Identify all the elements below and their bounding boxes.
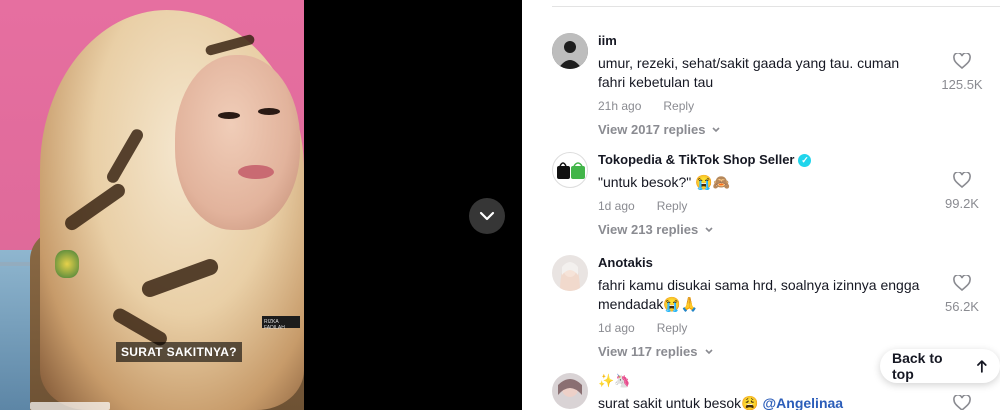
like-button[interactable]: 125.5K [932, 52, 992, 92]
heart-icon [953, 394, 971, 410]
username-text[interactable]: iim [598, 33, 617, 49]
like-count: 56.2K [945, 299, 979, 314]
comment-text: umur, rezeki, sehat/sakit gaada yang tau… [598, 55, 900, 90]
username-text[interactable]: Anotakis [598, 255, 653, 271]
left-eye [218, 112, 240, 119]
comment-item: iim umur, rezeki, sehat/sakit gaada yang… [552, 33, 992, 143]
like-button[interactable]: 99.2K [932, 171, 992, 211]
avatar-photo-icon [552, 373, 588, 409]
view-replies-button[interactable]: View 2017 replies [598, 122, 928, 137]
view-replies-label[interactable]: View 117 replies [598, 344, 698, 359]
verified-badge-icon: ✓ [798, 153, 812, 167]
like-button[interactable] [932, 394, 992, 410]
divider [552, 6, 1000, 7]
chevron-down-icon [705, 226, 713, 232]
uniform-badge [55, 250, 79, 278]
avatar[interactable] [552, 152, 588, 188]
chevron-down-icon [712, 126, 721, 132]
video-subtitle-partial [30, 402, 110, 410]
comment-text: surat sakit untuk besok😩 @Angelinaa [598, 394, 928, 410]
arrow-up-icon [977, 360, 987, 373]
view-replies-label[interactable]: View 2017 replies [598, 122, 705, 137]
username-text[interactable]: ✨🦄 [598, 373, 630, 389]
view-replies-button[interactable]: View 213 replies [598, 222, 928, 237]
face [175, 55, 300, 230]
comment-time: 1d ago [598, 199, 635, 213]
chevron-down-icon [704, 348, 713, 354]
heart-icon [953, 171, 971, 189]
comment-username[interactable]: Tokopedia & TikTok Shop Seller ✓ [598, 152, 928, 168]
lips [238, 165, 274, 179]
reply-button[interactable]: Reply [657, 199, 688, 213]
heart-icon [953, 274, 971, 292]
like-button[interactable]: 56.2K [932, 274, 992, 314]
back-to-top-button[interactable]: Back to top [880, 349, 1000, 383]
comment-time: 21h ago [598, 99, 642, 113]
avatar-photo-icon [552, 255, 588, 291]
username-text[interactable]: Tokopedia & TikTok Shop Seller [598, 152, 794, 168]
back-to-top-label[interactable]: Back to top [892, 350, 966, 382]
video-caption: SURAT SAKITNYA? [116, 342, 242, 362]
name-tag: RIZKA FADILAH [262, 316, 300, 331]
comment-item: Anotakis fahri kamu disukai sama hrd, so… [552, 255, 992, 360]
reply-button[interactable]: Reply [657, 321, 688, 335]
avatar-silhouette-icon [552, 33, 588, 69]
reply-button[interactable]: Reply [663, 99, 694, 113]
comment-username[interactable]: ✨🦄 [598, 373, 928, 389]
like-count: 125.5K [941, 77, 983, 92]
comment-text: "untuk besok?" 😭🙈 [598, 174, 730, 190]
shop-bag-icon [557, 162, 585, 179]
avatar[interactable] [552, 33, 588, 69]
comment-item: Tokopedia & TikTok Shop Seller ✓ "untuk … [552, 152, 992, 242]
avatar[interactable] [552, 373, 588, 409]
video-frame[interactable]: RIZKA FADILAH SURAT SAKITNYA? [0, 0, 304, 410]
comment-username[interactable]: Anotakis [598, 255, 928, 271]
comment-text-body: surat sakit untuk besok😩 [598, 395, 763, 410]
video-player[interactable]: RIZKA FADILAH SURAT SAKITNYA? [0, 0, 522, 410]
mention-link[interactable]: @Angelinaa [763, 395, 844, 410]
comment-username[interactable]: iim [598, 33, 928, 49]
tiktok-video-page: RIZKA FADILAH SURAT SAKITNYA? iim umur, … [0, 0, 1000, 410]
view-replies-button[interactable]: View 117 replies [598, 344, 928, 359]
right-eye [258, 108, 280, 115]
comment-time: 1d ago [598, 321, 635, 335]
avatar[interactable] [552, 255, 588, 291]
comment-text: fahri kamu disukai sama hrd, soalnya izi… [598, 277, 920, 312]
heart-icon [953, 52, 971, 70]
chevron-down-icon [479, 211, 495, 221]
like-count: 99.2K [945, 196, 979, 211]
view-replies-label[interactable]: View 213 replies [598, 222, 698, 237]
next-video-button[interactable] [469, 198, 505, 234]
